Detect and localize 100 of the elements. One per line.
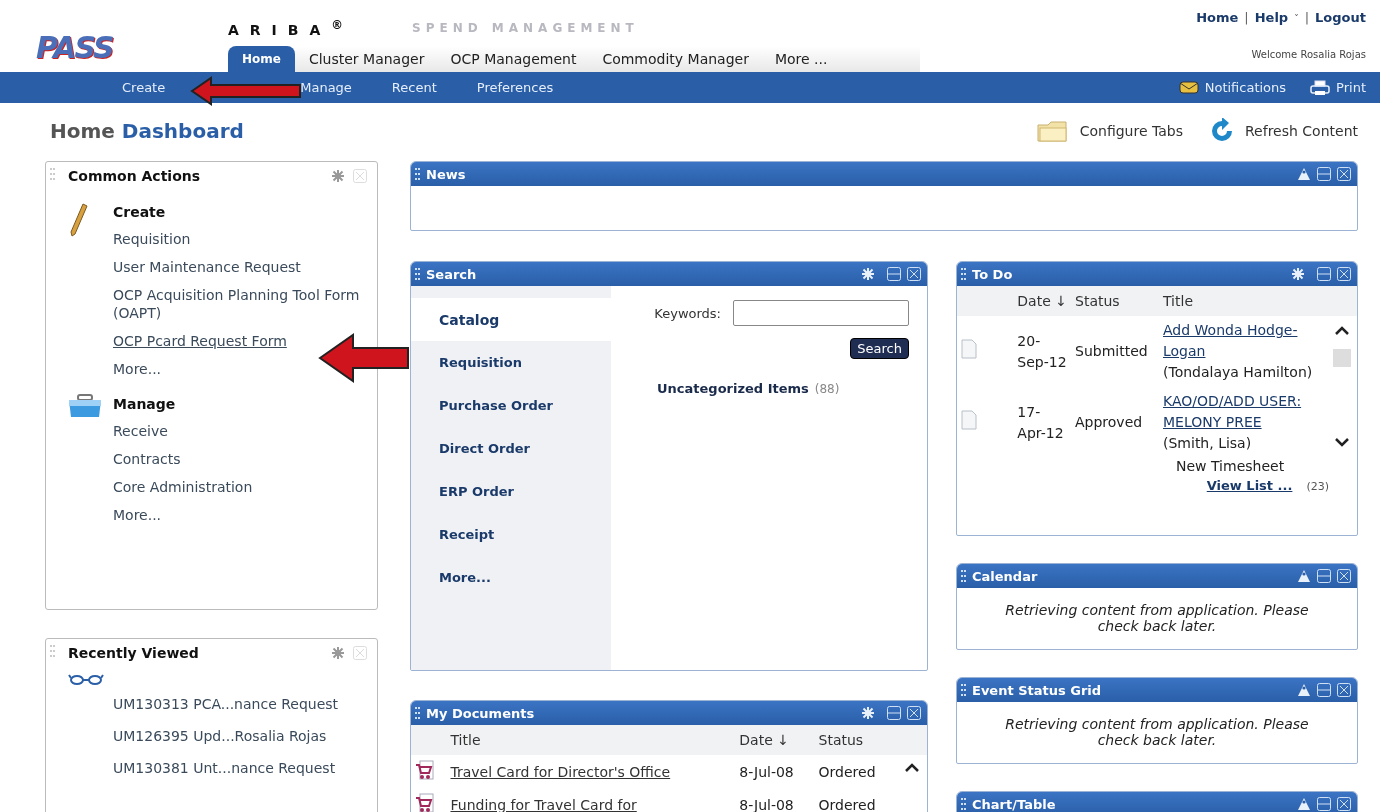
action-link[interactable]: More...	[113, 360, 162, 378]
nav-tab[interactable]: Home	[228, 46, 295, 72]
glasses-icon	[68, 673, 104, 685]
action-link[interactable]: More...	[113, 506, 162, 524]
drag-handle-icon[interactable]	[415, 707, 420, 719]
close-icon[interactable]	[1337, 569, 1351, 583]
subnav-link[interactable]: Preferences	[476, 80, 554, 95]
category-link[interactable]: Uncategorized Items	[657, 381, 809, 396]
view-list-link[interactable]: View List ...	[1206, 478, 1293, 493]
minimize-icon[interactable]	[1317, 683, 1331, 697]
recent-item-link[interactable]: UM130381 Unt...nance Request	[113, 759, 367, 777]
gear-icon[interactable]	[331, 169, 345, 183]
pencil-icon	[68, 202, 88, 238]
link-separator: |	[1304, 10, 1310, 25]
header-link[interactable]: Home	[1196, 10, 1239, 25]
requester-name: (Smith, Lisa)	[1163, 434, 1252, 453]
toolbox-icon	[68, 394, 102, 418]
drag-handle-icon[interactable]	[961, 684, 966, 696]
column-header[interactable]: Status	[814, 725, 897, 755]
search-category-tab[interactable]: ERP Order	[411, 470, 611, 513]
minimize-icon[interactable]	[887, 267, 901, 281]
subnav-link[interactable]: Manage	[300, 80, 352, 95]
drag-handle-icon[interactable]	[415, 268, 420, 280]
action-link[interactable]: OCP Acquisition Planning Tool Form (OAPT)	[113, 286, 367, 322]
triangle-icon[interactable]	[1297, 569, 1311, 583]
task-link[interactable]: KAO/OD/ADD USER: MELONY PREE	[1163, 391, 1323, 433]
close-icon[interactable]	[907, 267, 921, 281]
drag-handle-icon[interactable]	[961, 570, 966, 582]
search-category-tab[interactable]: More...	[411, 556, 611, 599]
minimize-icon[interactable]	[1317, 167, 1331, 181]
caret-icon[interactable]: ˅	[1294, 12, 1299, 23]
section-heading: Manage	[113, 396, 176, 412]
column-header[interactable]: Date ↓	[1013, 286, 1071, 316]
scrollbar-thumb[interactable]	[1333, 349, 1351, 367]
header-link[interactable]: Logout	[1315, 10, 1366, 25]
close-icon[interactable]	[1337, 267, 1351, 281]
nav-tab[interactable]: Cluster Manager	[296, 46, 437, 72]
search-category-tab[interactable]: Catalog	[411, 298, 611, 341]
close-icon[interactable]	[1337, 683, 1351, 697]
subnav-link[interactable]: Create	[122, 80, 166, 95]
logo[interactable]: PASS	[36, 28, 128, 68]
triangle-icon[interactable]	[1297, 797, 1311, 811]
product-name: SPEND MANAGEMENT	[412, 20, 639, 35]
close-icon[interactable]	[907, 706, 921, 720]
action-link[interactable]: Receive	[113, 422, 168, 440]
page-title: Home Dashboard	[50, 118, 244, 143]
scroll-up-icon[interactable]	[1335, 325, 1349, 335]
search-category-tab[interactable]: Purchase Order	[411, 384, 611, 427]
keywords-field[interactable]	[733, 300, 909, 326]
scroll-up-icon[interactable]	[905, 762, 919, 772]
recent-item-link[interactable]: UM126395 Upd...Rosalia Rojas	[113, 727, 367, 745]
nav-tab[interactable]: Commodity Manager	[590, 46, 761, 72]
configure-tabs-button[interactable]: Configure Tabs	[1035, 117, 1183, 144]
search-category-tab[interactable]: Direct Order	[411, 427, 611, 470]
search-category-tab[interactable]: Receipt	[411, 513, 611, 556]
task-link[interactable]: Add Wonda Hodge-Logan	[1163, 320, 1323, 362]
column-header[interactable]: Date ↓	[735, 725, 815, 755]
action-link[interactable]: User Maintenance Request	[113, 258, 301, 276]
minimize-icon[interactable]	[1317, 797, 1331, 811]
drag-handle-icon[interactable]	[415, 168, 420, 180]
drag-handle-icon[interactable]	[961, 798, 966, 810]
search-button[interactable]: Search	[850, 338, 909, 359]
action-link[interactable]: Core Administration	[113, 478, 253, 496]
drag-handle-icon[interactable]	[50, 645, 55, 657]
header-link[interactable]: Help	[1254, 10, 1289, 25]
action-link[interactable]: Contracts	[113, 450, 181, 468]
search-category-tab[interactable]: Requisition	[411, 341, 611, 384]
gear-icon[interactable]	[331, 646, 345, 660]
scroll-down-icon[interactable]	[1335, 438, 1349, 448]
date-text: 17-Apr-12	[1017, 402, 1065, 443]
action-link[interactable]: OCP Pcard Request Form	[113, 332, 287, 350]
drag-handle-icon[interactable]	[961, 268, 966, 280]
document-link[interactable]: Funding for Travel Card for	[450, 796, 637, 812]
close-icon[interactable]	[1337, 167, 1351, 181]
notifications-button[interactable]: Notifications	[1178, 80, 1287, 95]
refresh-content-button[interactable]: Refresh Content	[1209, 117, 1358, 144]
nav-tab[interactable]: More ...	[762, 46, 840, 72]
column-header[interactable]: Title	[446, 725, 736, 755]
table-cell-text: 8-Jul-08	[738, 795, 795, 812]
drag-handle-icon[interactable]	[50, 168, 55, 180]
column-header[interactable]: Title	[1159, 286, 1327, 316]
table-cell-text: Approved	[1074, 413, 1144, 432]
triangle-icon[interactable]	[1297, 167, 1311, 181]
recent-item-link[interactable]: UM130313 PCA...nance Request	[113, 695, 367, 713]
close-icon[interactable]	[1337, 797, 1351, 811]
print-button[interactable]: Print	[1310, 79, 1366, 96]
document-icon	[961, 409, 977, 430]
minimize-icon[interactable]	[887, 706, 901, 720]
envelope-icon	[1178, 81, 1199, 94]
nav-tab[interactable]: OCP Management	[438, 46, 589, 72]
minimize-icon[interactable]	[1317, 569, 1331, 583]
subnav-link[interactable]: Recent	[391, 80, 437, 95]
action-link[interactable]: Requisition	[113, 230, 191, 248]
folder-icon	[1035, 118, 1070, 143]
column-header[interactable]: Status	[1071, 286, 1159, 316]
document-link[interactable]: Travel Card for Director's Office	[450, 763, 671, 780]
minimize-icon[interactable]	[1317, 267, 1331, 281]
triangle-icon[interactable]	[1297, 683, 1311, 697]
status-message: Retrieving content from application. Please check back later.	[1004, 601, 1310, 634]
table-cell: Submitted	[1071, 316, 1159, 387]
